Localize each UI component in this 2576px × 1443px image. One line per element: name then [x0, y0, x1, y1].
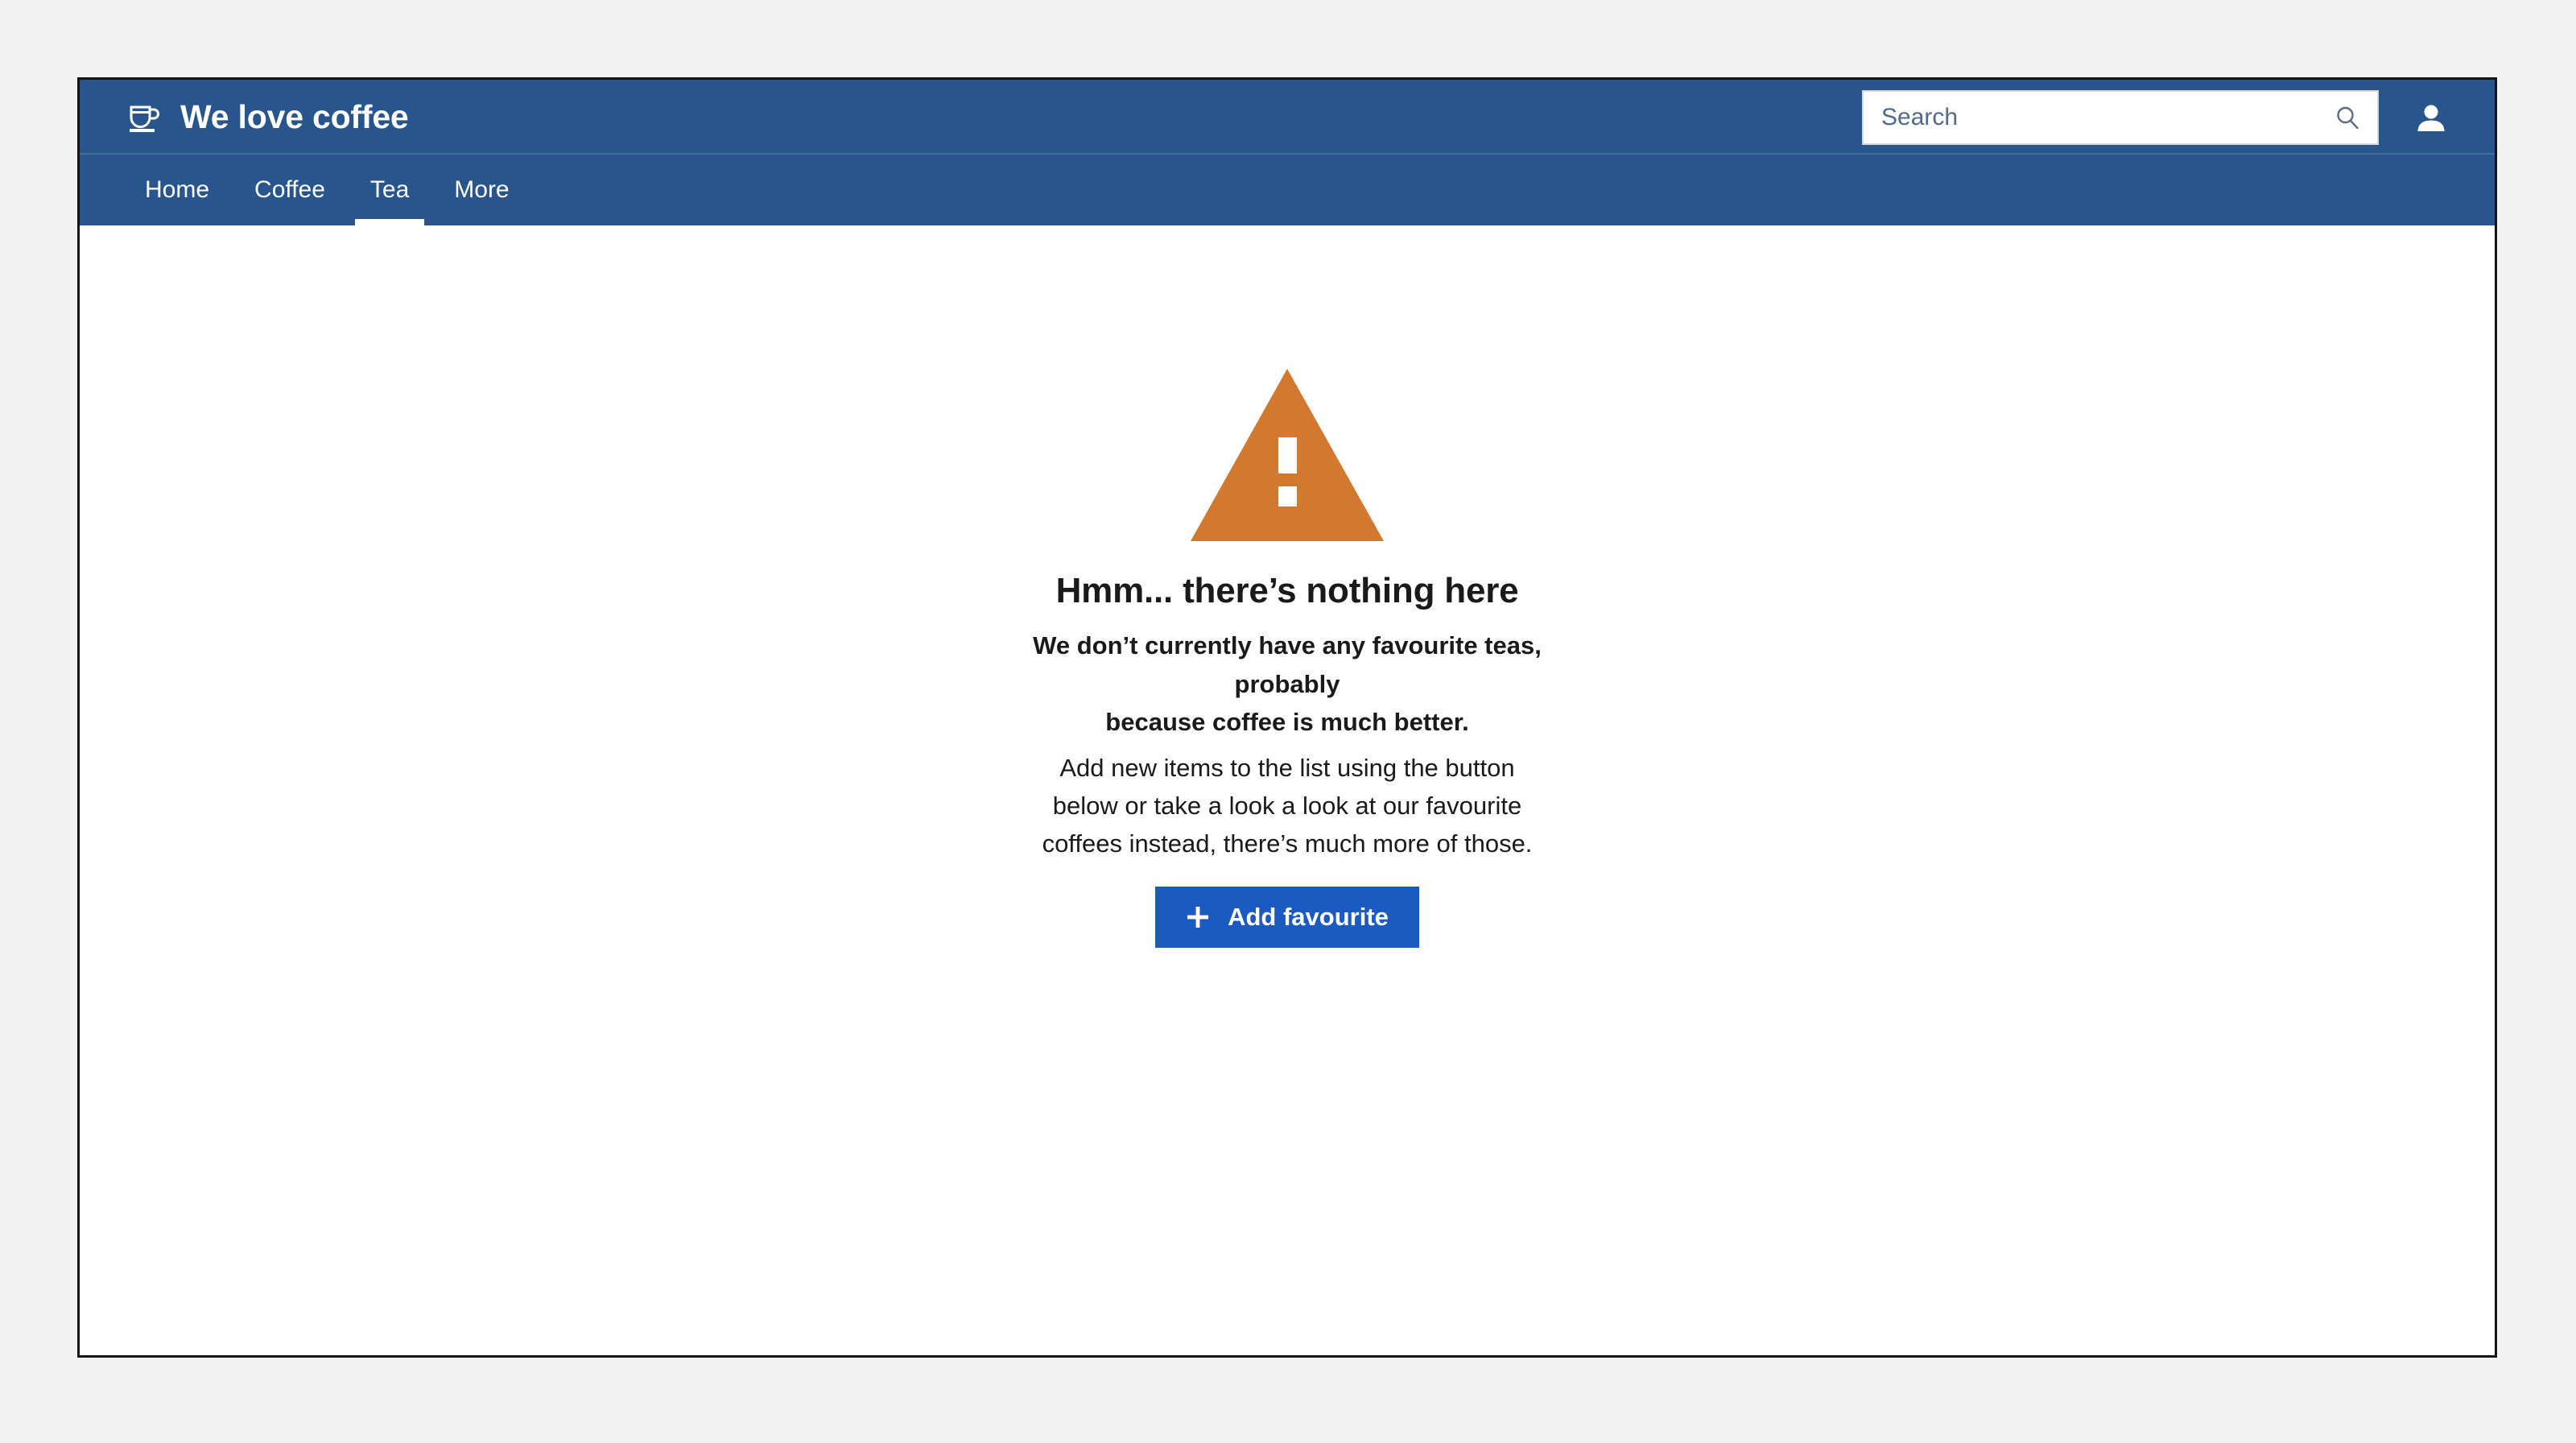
search-input[interactable] [1864, 91, 2377, 143]
warning-triangle-icon [1191, 369, 1384, 541]
app-window-card: We love coffee H [77, 77, 2497, 1358]
empty-state: Hmm... there’s nothing here We don’t cur… [80, 225, 2495, 949]
nav-item-label: Tea [369, 176, 410, 203]
header-actions [1862, 89, 2450, 145]
empty-state-bold-line-2: because coffee is much better. [1105, 707, 1469, 736]
empty-state-line-1: Add new items to the list using the butt… [1059, 753, 1515, 782]
account-person-icon[interactable] [2413, 99, 2450, 136]
nav-item-coffee[interactable]: Coffee [232, 155, 348, 225]
coffee-cup-icon [130, 105, 159, 132]
add-favourite-button[interactable]: Add favourite [1155, 887, 1419, 949]
nav-item-label: Coffee [254, 176, 325, 203]
empty-state-line-3: coffees instead, there’s much more of th… [1042, 829, 1533, 858]
nav-item-home[interactable]: Home [127, 155, 232, 225]
nav-item-list: Home Coffee Tea More [127, 155, 532, 225]
search-box[interactable] [1862, 89, 2379, 145]
nav-item-more[interactable]: More [431, 155, 531, 225]
nav-item-label: More [454, 176, 510, 203]
app-header: We love coffee [80, 80, 2495, 155]
add-favourite-label: Add favourite [1228, 903, 1389, 932]
brand-logo[interactable]: We love coffee [127, 100, 409, 135]
plus-icon [1187, 907, 1209, 928]
nav-item-tea[interactable]: Tea [348, 155, 431, 225]
main-content: Hmm... there’s nothing here We don’t cur… [80, 225, 2495, 1355]
empty-state-line-2: below or take a look a look at our favou… [1052, 791, 1522, 820]
empty-state-body-text: Add new items to the list using the butt… [1042, 749, 1533, 862]
nav-item-label: Home [145, 176, 210, 203]
empty-state-bold-line-1: We don’t currently have any favourite te… [1033, 631, 1542, 698]
main-navigation: Home Coffee Tea More [80, 155, 2495, 225]
brand-title: We love coffee [180, 98, 409, 135]
empty-state-bold-text: We don’t currently have any favourite te… [981, 626, 1593, 740]
empty-state-title: Hmm... there’s nothing here [1055, 571, 1519, 610]
page-background: We love coffee H [0, 0, 2576, 1443]
